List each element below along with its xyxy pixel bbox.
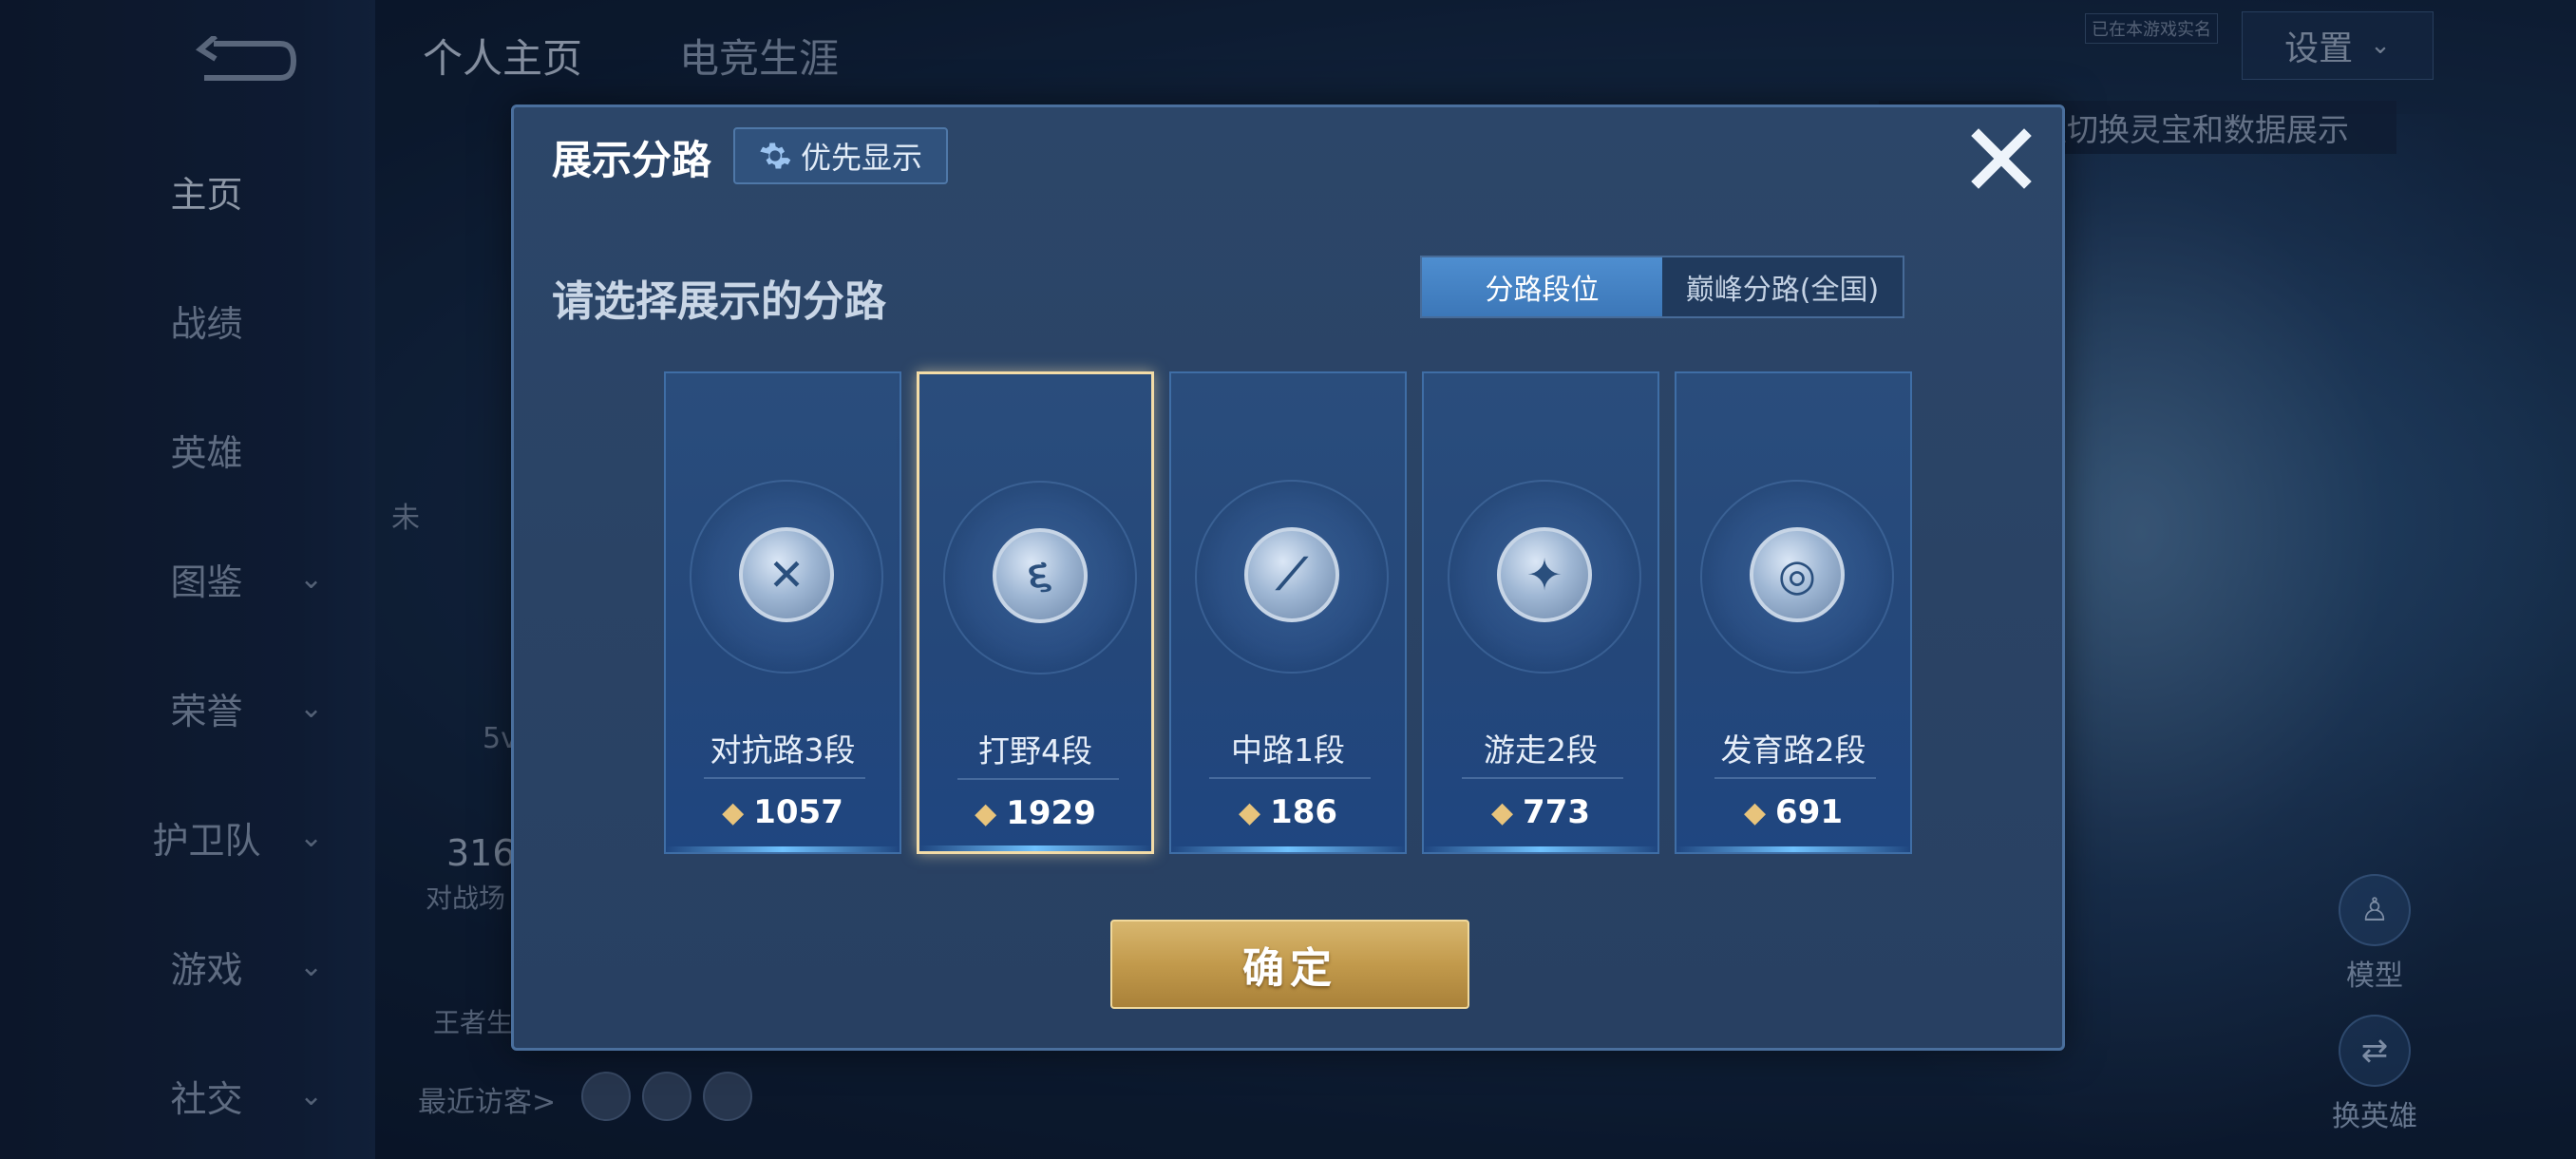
lane-glow: [1171, 846, 1405, 852]
rank-points-icon: ◆: [975, 796, 997, 830]
lane-score: ◆ 1057: [666, 793, 900, 831]
dialog-subtitle: 请选择展示的分路: [552, 277, 886, 326]
lane-emblem: ૬: [943, 481, 1137, 674]
rank-points-icon: ◆: [1490, 795, 1514, 829]
lane-score-value: 1057: [753, 793, 843, 831]
rank-points-icon: ◆: [722, 795, 745, 829]
lane-glow: [919, 846, 1151, 851]
lane-emblem: ◎: [1700, 480, 1894, 674]
lane-card[interactable]: ૬ 打野4段 ◆ 1929: [917, 371, 1154, 854]
lane-score-value: 1929: [1006, 794, 1096, 832]
lane-score: ◆ 691: [1676, 793, 1910, 831]
tab-lane-rank[interactable]: 分路段位: [1422, 257, 1662, 316]
divider: [1462, 777, 1623, 779]
lane-score-value: 691: [1775, 793, 1844, 831]
close-icon: [1971, 128, 2032, 189]
priority-display-button[interactable]: 优先显示: [733, 127, 948, 184]
lane-glow: [1676, 846, 1910, 852]
sword-shield-icon: ✕: [739, 527, 834, 622]
rank-points-icon: ◆: [1238, 795, 1261, 829]
lane-emblem: ⟋: [1195, 480, 1389, 674]
lane-card[interactable]: ⟋ 中路1段 ◆ 186: [1169, 371, 1407, 854]
jungle-dragon-icon: ૬: [993, 528, 1088, 623]
divider: [1209, 777, 1371, 779]
lane-display-dialog: 展示分路 优先显示 请选择展示的分路 分路段位 巅峰分路(全国) ✕ 对抗路3段 ◆…: [511, 104, 2065, 1051]
lane-name: 中路1段: [1231, 732, 1345, 769]
lane-score: ◆ 773: [1424, 793, 1657, 831]
lane-score: ◆ 186: [1171, 793, 1405, 831]
mid-wand-icon: ⟋: [1244, 527, 1339, 622]
wings-icon: ✦: [1497, 527, 1592, 622]
rank-points-icon: ◆: [1743, 795, 1767, 829]
lane-score: ◆ 1929: [919, 794, 1151, 832]
divider: [1714, 777, 1876, 779]
lane-glow: [1424, 846, 1657, 852]
divider: [704, 777, 865, 779]
bow-target-icon: ◎: [1750, 527, 1845, 622]
dialog-title: 展示分路: [552, 137, 712, 183]
lane-glow: [666, 846, 900, 852]
tab-peak-lane[interactable]: 巅峰分路(全国): [1662, 257, 1903, 316]
lane-name: 打野4段: [978, 732, 1092, 770]
lane-name: 游走2段: [1484, 732, 1598, 769]
lane-name: 对抗路3段: [710, 732, 856, 769]
confirm-button[interactable]: 确定: [1110, 920, 1469, 1009]
lane-card[interactable]: ✦ 游走2段 ◆ 773: [1422, 371, 1659, 854]
lane-mode-segment: 分路段位 巅峰分路(全国): [1420, 256, 1904, 318]
gear-icon: [760, 142, 791, 169]
priority-display-label: 优先显示: [800, 140, 922, 176]
divider: [957, 778, 1119, 780]
lane-emblem: ✕: [690, 480, 883, 674]
lane-card-list: ✕ 对抗路3段 ◆ 1057 ૬ 打野4段 ◆ 1929 ⟋ 中路1段 ◆ 186 ✦ 游走2段 ◆ 773 ◎…: [664, 371, 1927, 854]
lane-card[interactable]: ✕ 对抗路3段 ◆ 1057: [664, 371, 901, 854]
lane-score-value: 186: [1270, 793, 1338, 831]
lane-card[interactable]: ◎ 发育路2段 ◆ 691: [1675, 371, 1912, 854]
close-button[interactable]: [1965, 123, 2037, 195]
lane-score-value: 773: [1523, 793, 1591, 831]
lane-emblem: ✦: [1448, 480, 1641, 674]
lane-name: 发育路2段: [1720, 732, 1866, 769]
